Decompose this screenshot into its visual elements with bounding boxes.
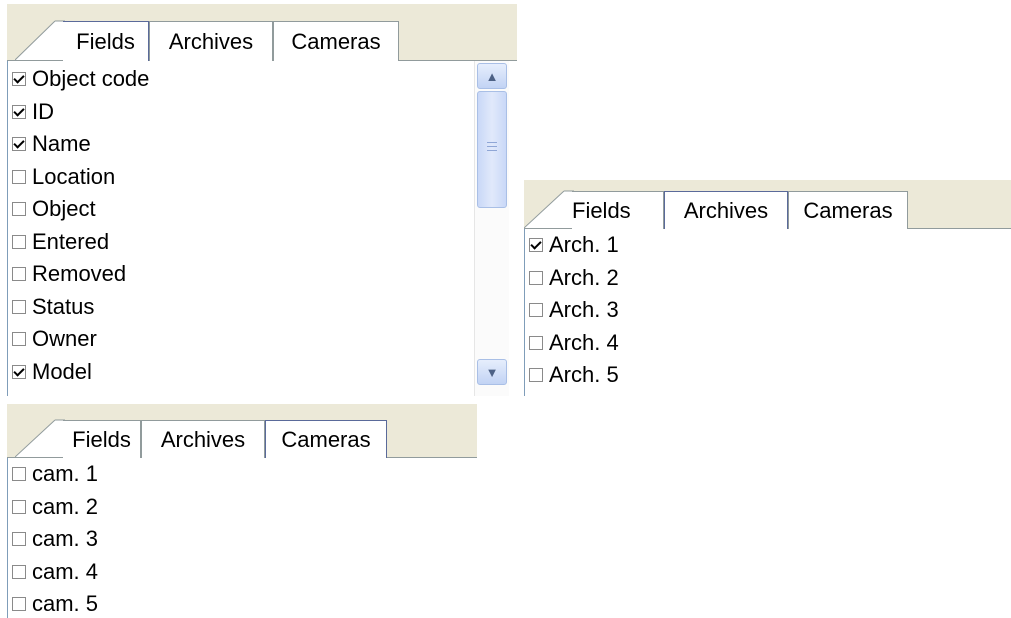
archives-panel: Fields Archives Cameras Arch. 1 Arch. 2 … (524, 180, 1011, 396)
tab-slant-decoration (15, 419, 65, 457)
tab-fields[interactable]: Fields (572, 191, 664, 229)
list-item-partial[interactable] (8, 388, 481, 396)
tab-archives[interactable]: Archives (141, 420, 265, 458)
tab-bar: Fields Archives Cameras (7, 404, 477, 458)
tab-cameras[interactable]: Cameras (788, 191, 908, 229)
list-item-label: Object code (32, 66, 150, 92)
tab-slant-decoration (15, 20, 65, 60)
tab-bar: Fields Archives Cameras (524, 180, 1011, 229)
scroll-up-button[interactable]: ▲ (477, 63, 507, 89)
scroll-thumb[interactable] (477, 91, 507, 208)
list-item-label: ID (32, 98, 54, 124)
list-item[interactable]: Arch. 2 (525, 262, 1011, 295)
checkbox[interactable] (12, 72, 26, 87)
list-item[interactable]: cam. 4 (8, 556, 477, 589)
list-item-label: Arch. 3 (549, 297, 619, 323)
list-item-label: Name (32, 131, 91, 157)
tab-fields[interactable]: Fields (63, 420, 141, 458)
checkbox[interactable] (12, 169, 26, 184)
list-item[interactable]: cam. 1 (8, 458, 477, 491)
list-item[interactable]: Status (8, 291, 481, 324)
field-list: Object code ID Name Location Object Ente… (7, 61, 517, 396)
tab-cameras[interactable]: Cameras (273, 21, 399, 61)
chevron-up-icon: ▲ (485, 68, 499, 84)
list-item[interactable]: cam. 3 (8, 523, 477, 556)
checkbox[interactable] (529, 270, 543, 285)
fields-panel: Fields Archives Cameras Object code ID N… (7, 4, 517, 396)
checkbox[interactable] (12, 532, 26, 547)
checkbox[interactable] (12, 467, 26, 482)
list-item[interactable]: Removed (8, 258, 481, 291)
list-item-label: Owner (32, 326, 97, 352)
checkbox[interactable] (12, 267, 26, 282)
list-item[interactable]: Entered (8, 226, 481, 259)
list-item-label: cam. 1 (32, 461, 99, 487)
list-item[interactable]: Arch. 5 (525, 359, 1011, 392)
list-item-label: cam. 4 (32, 558, 99, 584)
checkbox[interactable] (529, 238, 543, 253)
tab-cameras[interactable]: Cameras (265, 420, 387, 458)
list-item[interactable]: cam. 5 (8, 588, 477, 618)
list-item[interactable]: Location (8, 161, 481, 194)
list-item-label: cam. 5 (32, 591, 99, 617)
list-item-label: Removed (32, 261, 127, 287)
list-item[interactable]: Object code (8, 63, 481, 96)
checkbox[interactable] (12, 364, 26, 379)
tab-archives[interactable]: Archives (149, 21, 273, 61)
list-item[interactable]: Model (8, 356, 481, 389)
checkbox[interactable] (12, 234, 26, 249)
list-item-label: Model (32, 358, 92, 384)
checkbox[interactable] (529, 368, 543, 383)
checkbox[interactable] (12, 499, 26, 514)
scroll-down-button[interactable]: ▼ (477, 359, 507, 385)
vertical-scrollbar[interactable]: ▲ ▼ (474, 61, 509, 396)
tab-slant-decoration (524, 190, 574, 228)
checkbox[interactable] (12, 202, 26, 217)
list-item-label: Object (32, 196, 96, 222)
list-item[interactable]: Arch. 1 (525, 229, 1011, 262)
list-item-label: Arch. 5 (549, 362, 619, 388)
list-item[interactable]: Name (8, 128, 481, 161)
tab-fields[interactable]: Fields (63, 21, 149, 61)
list-item-label: Arch. 2 (549, 264, 619, 290)
list-item-label: Location (32, 163, 116, 189)
list-item[interactable]: Arch. 4 (525, 327, 1011, 360)
camera-list: cam. 1 cam. 2 cam. 3 cam. 4 cam. 5 (7, 458, 477, 618)
list-item[interactable]: Object (8, 193, 481, 226)
chevron-down-icon: ▼ (485, 364, 499, 380)
checkbox[interactable] (529, 335, 543, 350)
archive-list: Arch. 1 Arch. 2 Arch. 3 Arch. 4 Arch. 5 (524, 229, 1011, 396)
grip-line (487, 146, 497, 147)
list-item[interactable]: Arch. 3 (525, 294, 1011, 327)
list-item[interactable]: ID (8, 96, 481, 129)
list-item-label: Entered (32, 228, 110, 254)
list-item-label: cam. 3 (32, 526, 99, 552)
checkbox[interactable] (529, 303, 543, 318)
list-item[interactable]: Owner (8, 323, 481, 356)
checkbox[interactable] (12, 564, 26, 579)
grip-line (487, 150, 497, 151)
checkbox[interactable] (12, 137, 26, 152)
list-item[interactable]: cam. 2 (8, 491, 477, 524)
checkbox[interactable] (12, 597, 26, 612)
tab-archives[interactable]: Archives (664, 191, 788, 229)
list-item-label: Arch. 1 (549, 232, 619, 258)
list-item-label: Arch. 4 (549, 329, 619, 355)
list-item-label: Status (32, 293, 95, 319)
checkbox[interactable] (12, 332, 26, 347)
grip-line (487, 142, 497, 143)
tab-bar: Fields Archives Cameras (7, 4, 517, 61)
checkbox[interactable] (12, 104, 26, 119)
list-item-label: cam. 2 (32, 493, 99, 519)
checkbox[interactable] (12, 299, 26, 314)
cameras-panel: Fields Archives Cameras cam. 1 cam. 2 ca… (7, 404, 477, 618)
